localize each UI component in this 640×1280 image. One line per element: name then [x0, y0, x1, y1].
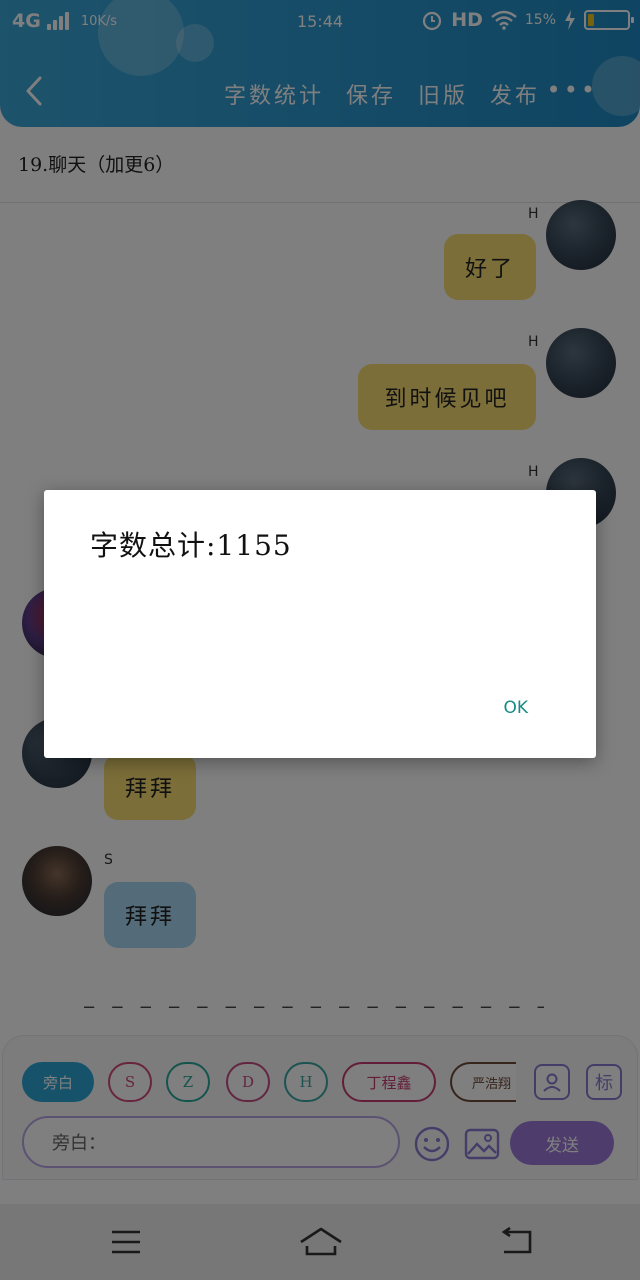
ok-button[interactable]: OK [503, 698, 528, 718]
word-count-dialog: 字数总计:1155 OK [44, 490, 596, 758]
dialog-message: 字数总计:1155 [90, 529, 292, 562]
